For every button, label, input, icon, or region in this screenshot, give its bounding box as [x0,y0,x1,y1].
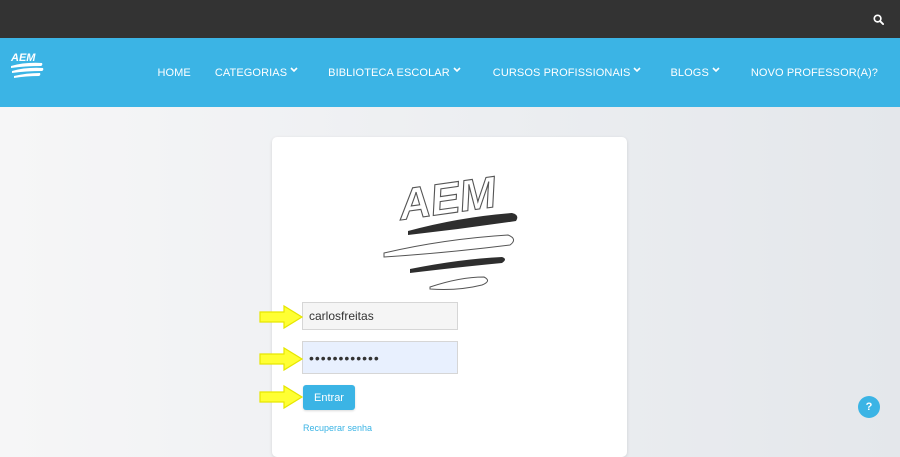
nav-cursos-profissionais[interactable]: CURSOS PROFISSIONAIS [493,67,642,79]
top-bar [0,0,900,38]
nav-biblioteca-escolar[interactable]: BIBLIOTECA ESCOLAR [328,67,461,79]
help-icon: ? [865,401,873,413]
aem-logo: AEM [383,167,518,290]
chevron-down-icon [712,66,720,72]
annotation-arrow-icon [259,384,304,410]
main-nav: HOME CATEGORIAS BIBLIOTECA ESCOLAR CURSO… [157,38,878,107]
nav-biblioteca-label: BIBLIOTECA ESCOLAR [328,66,450,79]
login-card: AEM Entrar Recuperar senha [272,137,627,457]
login-button[interactable]: Entrar [303,385,355,410]
nav-blogs[interactable]: BLOGS [670,66,720,79]
nav-categorias-label: CATEGORIAS [214,66,288,79]
search-icon [872,13,884,25]
annotation-arrow-icon [259,346,304,372]
chevron-down-icon [290,66,298,72]
nav-cursos-label: CURSOS PROFISSIONAIS [492,66,631,79]
help-button[interactable]: ? [858,396,880,418]
chevron-down-icon [633,66,642,72]
password-input[interactable] [302,341,458,374]
chevron-down-icon [453,66,461,72]
main-navbar: AEM HOME CATEGORIAS BIBLIOTECA ESCOLAR C… [0,38,900,107]
annotation-arrow-icon [259,304,304,330]
nav-novo-professor-label: NOVO PROFESSOR(A)? [750,66,878,79]
nav-home[interactable]: HOME [157,67,190,79]
search-button[interactable] [868,9,888,29]
brand-logo[interactable]: AEM [9,49,47,85]
nav-categorias[interactable]: CATEGORIAS [215,67,298,79]
nav-home-label: HOME [157,66,191,79]
forgot-password-link[interactable]: Recuperar senha [303,423,372,433]
nav-blogs-label: BLOGS [670,66,709,79]
nav-novo-professor[interactable]: NOVO PROFESSOR(A)? [751,67,878,79]
username-input[interactable] [302,302,458,330]
brand-logo-text: AEM [10,52,36,64]
